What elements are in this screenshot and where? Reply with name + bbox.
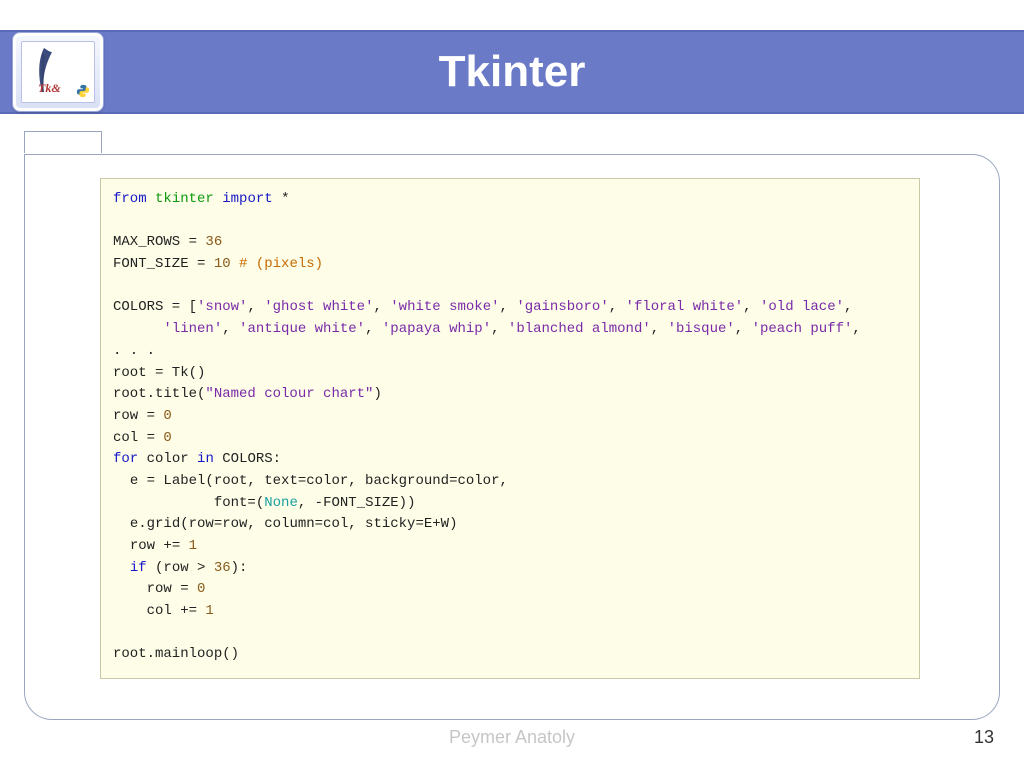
s-snow: 'snow' (197, 299, 247, 315)
if-open: (row > (147, 560, 214, 576)
col-inc: col += (113, 603, 205, 619)
root-title-b: ) (373, 386, 381, 402)
col-eq: col = (113, 430, 163, 446)
num-1b: 1 (205, 603, 213, 619)
root-title-a: root.title( (113, 386, 205, 402)
ellipsis: . . . (113, 343, 155, 359)
row-inc: row += (113, 538, 189, 554)
kw-import: import (222, 191, 272, 207)
s-bisque: 'bisque' (668, 321, 735, 337)
font-line-c: , -FONT_SIZE)) (298, 495, 416, 511)
row-eq: row = (113, 408, 163, 424)
star: * (281, 191, 289, 207)
num-0a: 0 (163, 408, 171, 424)
python-icon (76, 84, 90, 98)
tkinter-logo: Tk& (21, 41, 95, 103)
comment-pixels: # (pixels) (239, 256, 323, 272)
colors-eq: COLORS = [ (113, 299, 197, 315)
colors-iter: COLORS: (222, 451, 281, 467)
root-tk: root = Tk() (113, 365, 205, 381)
slide-title: Tkinter (439, 47, 586, 97)
s-smoke: 'white smoke' (390, 299, 499, 315)
font-size: FONT_SIZE = (113, 256, 214, 272)
kw-from: from (113, 191, 147, 207)
s-floral: 'floral white' (626, 299, 744, 315)
code-block: from tkinter import * MAX_ROWS = 36 FONT… (100, 178, 920, 679)
s-ghost: 'ghost white' (264, 299, 373, 315)
num-0c: 0 (197, 581, 205, 597)
s-linen: 'linen' (163, 321, 222, 337)
kw-in: in (197, 451, 214, 467)
if-ind (113, 560, 130, 576)
title-bar: Tkinter (0, 30, 1024, 114)
if-close: ): (231, 560, 248, 576)
root-title-str: "Named colour chart" (205, 386, 373, 402)
logo-frame: Tk& (12, 32, 104, 112)
kw-for: for (113, 451, 138, 467)
num-0b: 0 (163, 430, 171, 446)
mainloop: root.mainloop() (113, 646, 239, 662)
logo-tk-text: Tk& (38, 81, 61, 96)
s-papaya: 'papaya whip' (382, 321, 491, 337)
grid-line: e.grid(row=row, column=col, sticky=E+W) (113, 516, 457, 532)
s-peach: 'peach puff' (752, 321, 853, 337)
num-1a: 1 (189, 538, 197, 554)
frame-tab (24, 131, 102, 155)
var-color: color (147, 451, 189, 467)
num-36: 36 (205, 234, 222, 250)
num-10: 10 (214, 256, 231, 272)
num-36b: 36 (214, 560, 231, 576)
kw-none: None (264, 495, 298, 511)
footer-page-number: 13 (974, 727, 994, 748)
row-reset: row = (113, 581, 197, 597)
font-line-a: font=( (113, 495, 264, 511)
s-antique: 'antique white' (239, 321, 365, 337)
kw-if: if (130, 560, 147, 576)
slide: Tkinter Tk& from tkinter import * MAX_RO… (0, 0, 1024, 768)
s-gainsboro: 'gainsboro' (516, 299, 608, 315)
s-oldlace: 'old lace' (760, 299, 844, 315)
s-blanched: 'blanched almond' (508, 321, 651, 337)
footer-author: Peymer Anatoly (0, 727, 1024, 748)
max-rows: MAX_ROWS = (113, 234, 205, 250)
label-line: e = Label(root, text=color, background=c… (113, 473, 508, 489)
mod-tkinter: tkinter (155, 191, 214, 207)
